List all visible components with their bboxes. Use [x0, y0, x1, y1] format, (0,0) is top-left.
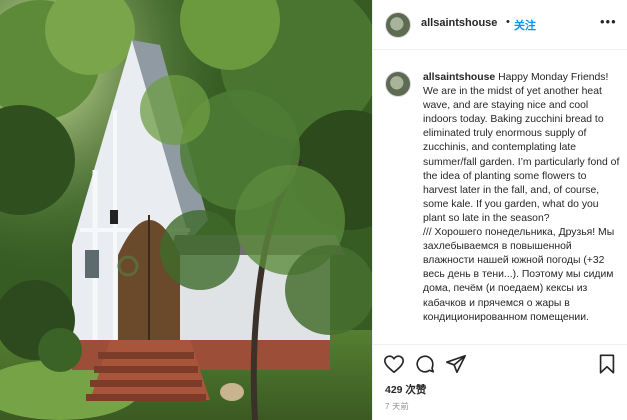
paper-plane-icon[interactable]: [445, 353, 467, 375]
author-avatar[interactable]: [385, 12, 411, 38]
action-bar: 429 次赞 7 天前: [373, 344, 627, 420]
comment-bubble-icon[interactable]: [414, 353, 436, 375]
bookmark-icon[interactable]: [596, 353, 618, 375]
caption-text: allsaintshouse Happy Monday Friends! We …: [423, 71, 621, 325]
separator-dot: •: [506, 16, 510, 28]
post-photo[interactable]: [0, 0, 372, 420]
follow-button[interactable]: 关注: [514, 17, 536, 33]
post-timestamp[interactable]: 7 天前: [385, 401, 409, 412]
chapel-photo-image: [0, 0, 372, 420]
post-header: allsaintshouse • 关注 •••: [373, 0, 627, 50]
caption-avatar[interactable]: [385, 71, 411, 97]
author-username[interactable]: allsaintshouse: [421, 17, 497, 29]
caption-body: Happy Monday Friends! We are in the mids…: [423, 72, 620, 323]
heart-icon[interactable]: [383, 353, 405, 375]
likes-count[interactable]: 429 次赞: [385, 382, 426, 397]
caption-section: allsaintshouse Happy Monday Friends! We …: [373, 51, 627, 344]
caption-username[interactable]: allsaintshouse: [423, 72, 495, 83]
more-options-icon[interactable]: •••: [600, 14, 618, 30]
post-sidebar: allsaintshouse • 关注 ••• allsaintshouse H…: [372, 0, 627, 420]
